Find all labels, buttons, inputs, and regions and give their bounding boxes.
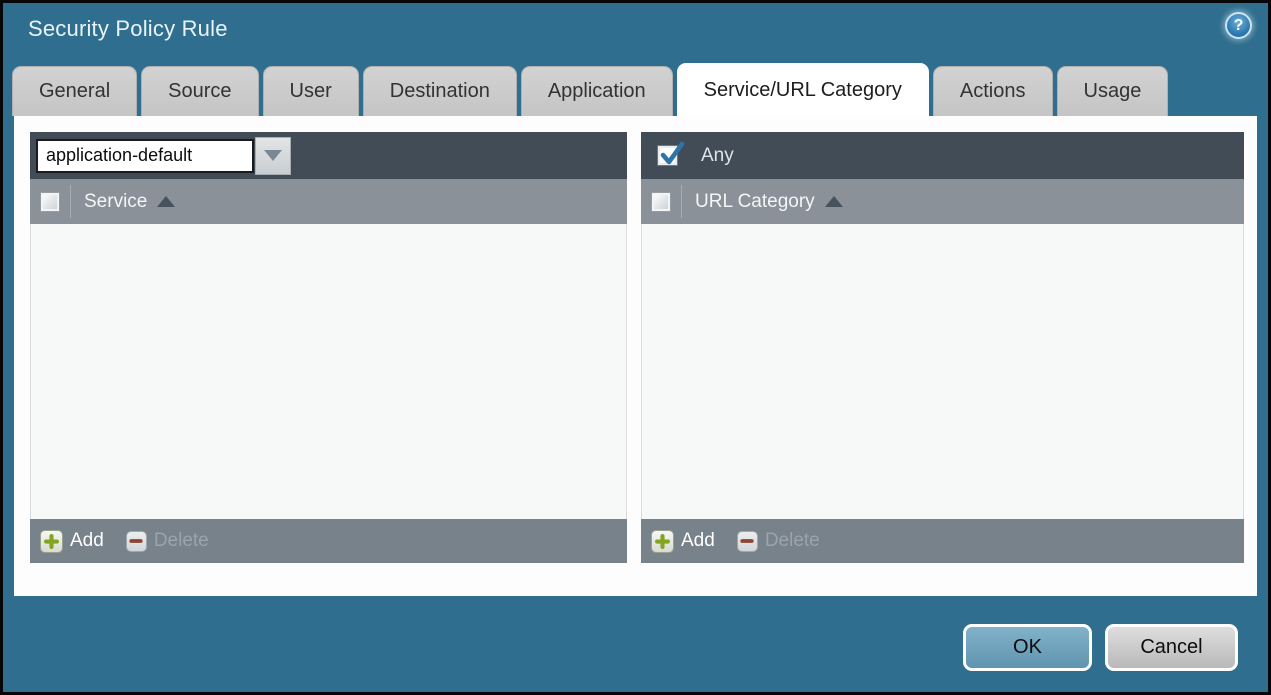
- help-icon[interactable]: ?: [1225, 12, 1252, 39]
- any-checkbox-label[interactable]: Any: [701, 145, 734, 167]
- add-button-label: Add: [681, 530, 715, 551]
- header-divider: [70, 185, 71, 218]
- header-divider: [681, 185, 682, 218]
- url-category-select-all-checkbox[interactable]: [652, 192, 670, 211]
- chevron-down-icon: [264, 150, 282, 161]
- tab-application[interactable]: Application: [520, 66, 673, 116]
- cancel-button[interactable]: Cancel: [1105, 624, 1238, 671]
- sort-ascending-icon[interactable]: [157, 196, 176, 207]
- dialog-title: Security Policy Rule: [28, 16, 228, 41]
- service-table-header: Service: [30, 179, 627, 224]
- sort-ascending-icon[interactable]: [824, 196, 843, 207]
- tab-strip: General Source User Destination Applicat…: [12, 63, 1169, 116]
- url-category-add-button[interactable]: Add: [651, 529, 715, 553]
- service-column-header[interactable]: Service: [84, 191, 147, 213]
- url-category-select-all-cell: [641, 179, 681, 224]
- delete-button-label: Delete: [764, 530, 820, 551]
- url-category-delete-button[interactable]: Delete: [736, 530, 820, 552]
- minus-icon: [736, 530, 758, 552]
- tab-user[interactable]: User: [262, 66, 359, 116]
- service-select-all-cell: [30, 179, 70, 224]
- dialog-action-buttons: OK Cancel: [963, 624, 1238, 671]
- tab-source[interactable]: Source: [141, 66, 259, 116]
- add-button-label: Add: [70, 530, 104, 551]
- url-category-any-bar: Any: [641, 132, 1244, 179]
- service-delete-button[interactable]: Delete: [125, 530, 209, 552]
- any-checkbox-cell: [647, 132, 687, 179]
- tab-destination[interactable]: Destination: [362, 66, 517, 116]
- plus-icon: [651, 529, 674, 553]
- any-checkbox[interactable]: [657, 141, 684, 165]
- url-category-column-header[interactable]: URL Category: [695, 191, 815, 213]
- url-category-table-body[interactable]: [641, 224, 1244, 519]
- tab-content-panel: Service Add Delete: [14, 116, 1257, 596]
- url-category-table-footer: Add Delete: [641, 519, 1244, 563]
- service-toolbar: [30, 132, 627, 179]
- service-type-dropdown: [36, 136, 291, 175]
- delete-button-label: Delete: [153, 530, 209, 551]
- service-select-all-checkbox[interactable]: [41, 192, 59, 211]
- service-panel: Service Add Delete: [30, 132, 627, 563]
- tab-general[interactable]: General: [12, 66, 138, 116]
- tab-service-url-category[interactable]: Service/URL Category: [676, 63, 929, 116]
- plus-icon: [40, 529, 63, 553]
- service-type-input[interactable]: [36, 138, 254, 173]
- url-category-panel: Any URL Category Add Delete: [641, 132, 1244, 563]
- service-table-body[interactable]: [30, 224, 627, 519]
- security-policy-rule-dialog: Security Policy Rule ? General Source Us…: [0, 0, 1271, 695]
- service-add-button[interactable]: Add: [40, 529, 104, 553]
- service-table-footer: Add Delete: [30, 519, 627, 563]
- minus-icon: [125, 530, 147, 552]
- service-type-dropdown-button[interactable]: [255, 136, 291, 175]
- tab-usage[interactable]: Usage: [1056, 66, 1169, 116]
- url-category-table-header: URL Category: [641, 179, 1244, 224]
- ok-button[interactable]: OK: [963, 624, 1092, 671]
- tab-actions[interactable]: Actions: [932, 66, 1053, 116]
